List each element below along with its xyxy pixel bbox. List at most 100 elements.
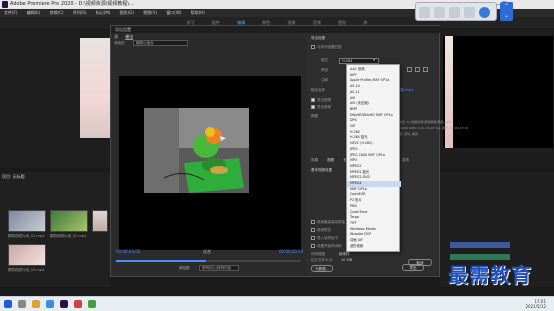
import-project-checkbox[interactable] xyxy=(311,236,315,240)
system-clock[interactable]: 17:01 2021/5/12 xyxy=(525,299,546,309)
format-option[interactable]: MPEG4 xyxy=(347,181,401,187)
use-previews-checkbox[interactable] xyxy=(311,228,315,232)
file-explorer-icon[interactable] xyxy=(32,300,40,308)
tab-video[interactable]: 视频 xyxy=(327,158,334,162)
export-video-checkbox[interactable] xyxy=(311,98,315,102)
start-icon[interactable] xyxy=(4,300,12,308)
format-option[interactable]: TIFF xyxy=(347,221,401,227)
source-scaling-select[interactable]: 缩放以适合 xyxy=(133,40,188,46)
use-previews-label: 使用预览 xyxy=(317,228,331,232)
format-option[interactable]: MXF OP1a xyxy=(347,187,401,193)
share-icon[interactable] xyxy=(479,7,490,18)
format-option[interactable]: DPX xyxy=(347,118,401,124)
menu-view[interactable]: 视图(V) xyxy=(143,10,157,15)
export-audio-checkbox[interactable] xyxy=(311,105,315,109)
export-audio-label: 导出音频 xyxy=(317,105,331,109)
in-timecode[interactable]: 00;00;03;05 xyxy=(116,249,140,254)
format-option[interactable]: AAC 音频 xyxy=(347,67,401,73)
file-size-label: 估计文件大小: xyxy=(311,258,334,262)
scrubber-progress xyxy=(116,260,206,262)
timeline-video-clip[interactable] xyxy=(450,242,510,248)
record-icon[interactable] xyxy=(464,7,475,18)
project-header: 项目: 无标题 xyxy=(2,174,25,179)
delete-preset-icon[interactable] xyxy=(423,67,428,72)
output-name-label: 输出名称 xyxy=(311,88,325,92)
project-panel: 项目: 无标题 鹦鹉视频片段_01.mp4 鹦鹉视频片段_02.mp4 鹦鹉视频… xyxy=(0,172,110,287)
menu-sequence[interactable]: 序列(S) xyxy=(73,10,87,15)
browser-icon[interactable] xyxy=(46,300,54,308)
premiere-taskbar-icon[interactable] xyxy=(60,300,68,308)
project-thumb[interactable] xyxy=(8,210,46,232)
format-option[interactable]: HEVC (H.265) xyxy=(347,141,401,147)
max-render-checkbox[interactable] xyxy=(311,220,315,224)
format-option[interactable]: 动画 GIF xyxy=(347,238,401,244)
time-interp-select[interactable]: 帧采样 xyxy=(339,252,350,257)
format-option[interactable]: MPEG2 蓝光 xyxy=(347,170,401,176)
project-item-label: 鹦鹉视频片段_02.mp4 xyxy=(50,234,87,238)
start-timecode-checkbox[interactable] xyxy=(311,244,315,248)
format-option[interactable]: JPEG 2000 MXF OP1a xyxy=(347,153,401,159)
search-icon[interactable] xyxy=(18,300,26,308)
format-option[interactable]: AS-10 xyxy=(347,84,401,90)
app-icon[interactable] xyxy=(88,300,96,308)
format-option[interactable]: GIF xyxy=(347,124,401,130)
source-range-select[interactable]: 序列切入/序列切出 xyxy=(199,265,239,271)
format-option[interactable]: Targa xyxy=(347,215,401,221)
save-preset-icon[interactable] xyxy=(407,67,412,72)
basic-video-settings[interactable]: 基本视频设置 xyxy=(311,168,332,173)
format-option[interactable]: JPEG xyxy=(347,147,401,153)
format-option[interactable]: MPEG2 xyxy=(347,164,401,170)
home-icon[interactable] xyxy=(419,7,430,18)
menu-graphics[interactable]: 图形(G) xyxy=(120,10,134,15)
chevron-down-icon[interactable]: ▾ xyxy=(373,57,375,62)
project-item-label: 鹦鹉视频片段_03.mp4 xyxy=(8,268,45,272)
menu-edit[interactable]: 编辑(E) xyxy=(27,10,41,15)
format-option[interactable]: Wraptor DCP xyxy=(347,232,401,238)
format-option[interactable]: MP3 xyxy=(347,158,401,164)
format-option[interactable]: Apple ProRes MXF OP1a xyxy=(347,78,401,84)
format-option[interactable]: AVI (未压缩) xyxy=(347,101,401,107)
format-option[interactable]: Windows Media xyxy=(347,227,401,233)
cancel-button[interactable]: 取消 xyxy=(408,259,432,266)
import-preset-icon[interactable] xyxy=(415,67,420,72)
window-title: Adobe Premiere Pro 2020 - D:\视频资源\视频教程\.… xyxy=(10,1,134,7)
tab-source[interactable]: 源 xyxy=(114,34,118,39)
format-option[interactable]: QuickTime xyxy=(347,210,401,216)
project-thumb[interactable] xyxy=(50,210,88,232)
menu-help[interactable]: 帮助(H) xyxy=(191,10,205,15)
fit-select[interactable]: 适合 xyxy=(203,249,211,255)
summary-details: 1920x1080 (1.0), 29.97 fps, 逐行, 00;00;17… xyxy=(399,126,469,130)
project-thumb[interactable] xyxy=(8,244,46,266)
format-option[interactable]: DNxHR/DNxHD MXF OP1a xyxy=(347,113,401,119)
format-option[interactable]: P2 影片 xyxy=(347,198,401,204)
dialog-title: 导出设置 xyxy=(111,26,441,33)
menu-marker[interactable]: 标记(M) xyxy=(96,10,111,15)
floating-toolbar[interactable] xyxy=(415,2,497,21)
menu-file[interactable]: 文件(F) xyxy=(4,10,17,15)
preset-label: 预设 xyxy=(321,68,328,72)
format-option[interactable]: AIFF xyxy=(347,73,401,79)
match-sequence-checkbox[interactable] xyxy=(311,45,315,49)
format-option[interactable]: BMP xyxy=(347,107,401,113)
start-timecode-label: 设置开始时间码 xyxy=(317,244,342,248)
collapse-toolbar-button[interactable]: ⌃ ⌄ xyxy=(500,2,513,21)
copy-icon[interactable] xyxy=(434,7,445,18)
menu-clip[interactable]: 剪辑(C) xyxy=(50,10,64,15)
format-option[interactable]: PNG xyxy=(347,204,401,210)
format-option[interactable]: AS-11 xyxy=(347,90,401,96)
out-timecode[interactable]: 00;00;20;14 xyxy=(279,249,303,254)
menu-window[interactable]: 窗口(W) xyxy=(166,10,181,15)
taskbar: 17:01 2021/5/12 xyxy=(0,296,554,311)
project-thumb[interactable] xyxy=(92,210,108,232)
match-sequence-label: 与序列设置匹配 xyxy=(317,45,342,49)
format-option[interactable]: H.264 蓝光 xyxy=(347,135,401,141)
metadata-button[interactable]: 元数据... xyxy=(311,265,333,272)
format-option[interactable]: MPEG2-DVD xyxy=(347,175,401,181)
format-option[interactable]: 波形音频 xyxy=(347,244,401,250)
time-interp-label: 时间插值 xyxy=(311,252,325,256)
program-monitor xyxy=(440,28,554,168)
app-icon[interactable] xyxy=(74,300,82,308)
tab-effects[interactable]: 效果 xyxy=(311,158,318,162)
tab-publish[interactable]: 发布 xyxy=(402,158,409,162)
screenshot-icon[interactable] xyxy=(449,7,460,18)
